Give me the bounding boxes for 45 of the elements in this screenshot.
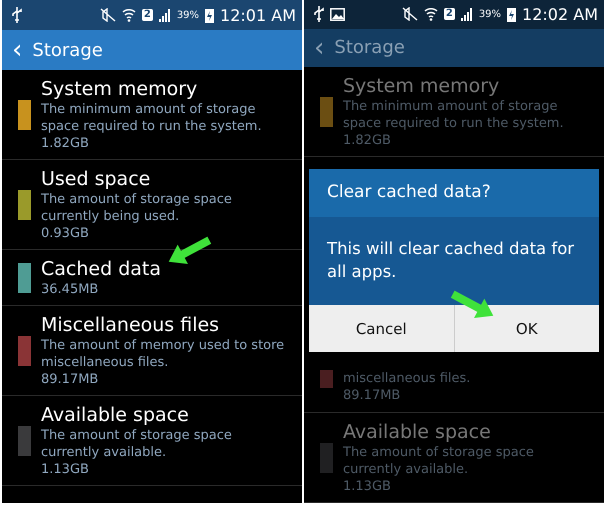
item-title[interactable]: Cached data <box>41 257 161 281</box>
battery-icon <box>507 6 516 22</box>
gallery-icon <box>330 8 345 21</box>
item-title[interactable]: Available space <box>41 403 292 427</box>
item-description: The amount of storage space currently being used. <box>41 191 233 225</box>
wifi-icon <box>122 8 136 22</box>
item-title[interactable]: Miscellaneous files <box>41 313 292 337</box>
item-description: The minimum amount of storage space required to run the system. <box>41 101 263 135</box>
item-description: The minimum amount of storage space required to run the system. <box>343 98 565 132</box>
item-title[interactable]: Available space <box>343 420 594 444</box>
item-title[interactable]: System memory <box>41 77 292 101</box>
signal-icon <box>460 8 473 21</box>
status-time: 12:02 AM <box>522 4 598 24</box>
app-bar-title: Storage <box>32 40 103 60</box>
item-size: 1.82GB <box>41 135 90 152</box>
item-size: 1.13GB <box>41 461 90 478</box>
usb-icon <box>12 7 22 23</box>
item-size: 0.93GB <box>41 225 90 242</box>
item-size: 89.17MB <box>343 387 402 404</box>
usb-icon <box>314 6 324 22</box>
item-description: The amount of storage space currently available. <box>41 427 233 461</box>
sim-badge: 2 <box>444 8 455 20</box>
item-title[interactable]: System memory <box>343 74 594 98</box>
item-description: miscellaneous files. <box>343 370 470 387</box>
dialog-title: Clear cached data? <box>309 169 599 217</box>
item-description: The amount of storage space currently available. <box>343 444 535 478</box>
wifi-icon <box>424 7 438 22</box>
dialog-message: This will clear cached data for all apps. <box>309 217 599 305</box>
status-time: 12:01 AM <box>220 6 296 24</box>
battery-percent: 39% <box>478 8 502 20</box>
back-button[interactable]: ‹ <box>314 34 324 61</box>
sim-badge: 2 <box>142 9 153 21</box>
item-title[interactable]: Used space <box>41 167 292 191</box>
item-description: The amount of memory used to store miscellaneous files. <box>41 337 286 371</box>
app-bar-title: Storage <box>334 37 405 58</box>
back-button[interactable]: ‹ <box>12 37 22 63</box>
item-size: 89.17MB <box>41 371 100 388</box>
mute-icon <box>100 8 116 22</box>
item-size: 1.82GB <box>343 132 392 149</box>
item-size: 1.13GB <box>343 478 392 495</box>
item-size: 36.45MB <box>41 281 100 298</box>
battery-icon <box>205 8 214 22</box>
battery-percent: 39% <box>176 10 200 20</box>
signal-icon <box>158 8 171 22</box>
mute-icon <box>402 7 418 22</box>
